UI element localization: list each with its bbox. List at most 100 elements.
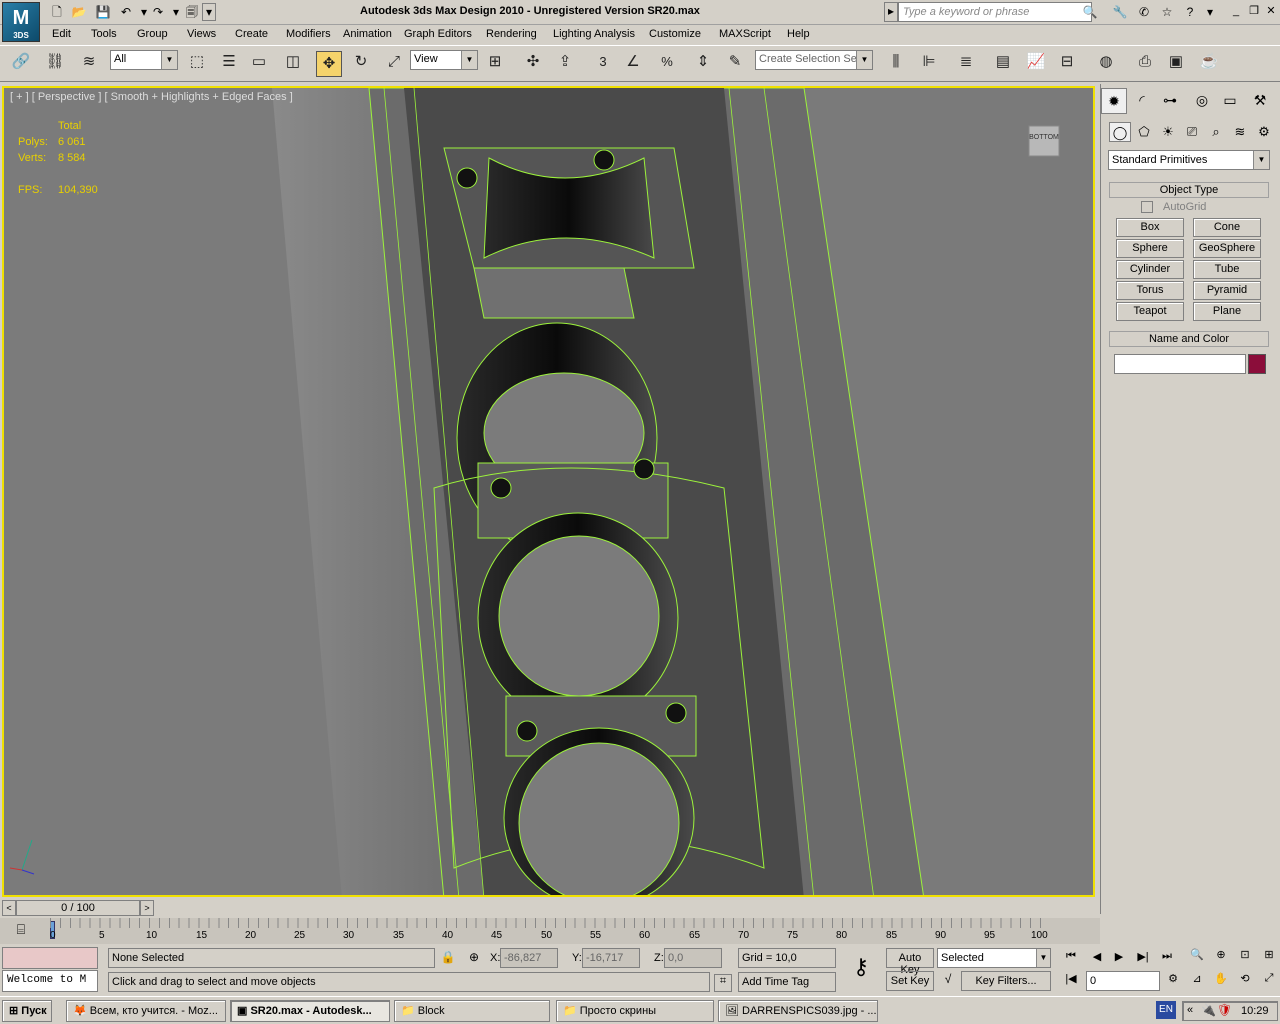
select-and-move-icon[interactable]: ✥ [316, 51, 342, 77]
restore-icon[interactable]: ❐ [1246, 4, 1262, 20]
open-file-icon[interactable]: 📂 [69, 3, 89, 21]
taskbar-image-viewer[interactable]: 🖼 DARRENSPICS039.jpg - ... [718, 1000, 878, 1022]
unlink-icon[interactable]: ⛓ [42, 50, 68, 76]
tray-chevron-icon[interactable]: « [1187, 1004, 1193, 1016]
curve-editor-icon[interactable]: 📈 [1023, 50, 1049, 76]
tray-network-icon[interactable]: 🔌 [1201, 1003, 1216, 1017]
time-configuration-icon[interactable]: ⚙ [1164, 972, 1182, 988]
close-icon[interactable]: ✕ [1263, 4, 1279, 20]
taskbar-firefox[interactable]: 🦊 Всем, кто учится. - Moz... [66, 1000, 226, 1022]
percent-snap-icon[interactable]: % [654, 50, 680, 76]
teapot-button[interactable]: Teapot [1116, 302, 1184, 321]
cone-button[interactable]: Cone [1193, 218, 1261, 237]
current-frame-field[interactable]: 0 [1086, 971, 1160, 991]
menu-customize[interactable]: Customize [649, 28, 701, 40]
language-indicator[interactable]: EN [1156, 1001, 1176, 1019]
tube-button[interactable]: Tube [1193, 260, 1261, 279]
taskbar-screens-folder[interactable]: 📁 Просто скрины [556, 1000, 714, 1022]
quick-access-dropdown-icon[interactable]: ▾ [202, 3, 216, 21]
redo-icon[interactable]: ↷ [148, 3, 168, 21]
select-by-name-icon[interactable]: ☰ [216, 50, 242, 76]
menu-rendering[interactable]: Rendering [486, 28, 537, 40]
search-arrow-icon[interactable]: ▸ [884, 2, 898, 22]
menu-animation[interactable]: Animation [343, 28, 392, 40]
box-button[interactable]: Box [1116, 218, 1184, 237]
go-to-end-icon[interactable]: ⏭ [1158, 950, 1176, 966]
zoom-all-icon[interactable]: ⊕ [1212, 948, 1230, 966]
object-type-rollout[interactable]: Object Type [1109, 182, 1269, 198]
pivot-center-icon[interactable]: ⊞ [482, 50, 508, 76]
minimize-icon[interactable]: _ [1228, 4, 1244, 20]
previous-frame-icon[interactable]: ◀ [1088, 950, 1106, 966]
search-binoculars-icon[interactable]: 🔍 [1080, 3, 1100, 21]
sphere-button[interactable]: Sphere [1116, 239, 1184, 258]
go-to-start-icon[interactable]: ⏮ [1062, 950, 1080, 966]
menu-graph-editors[interactable]: Graph Editors [404, 28, 472, 40]
modify-tab-icon[interactable]: ◜ [1129, 88, 1155, 114]
utilities-tab-icon[interactable]: ⚒ [1247, 88, 1273, 114]
spacewarps-category-icon[interactable]: ≋ [1229, 122, 1251, 142]
help-icon[interactable]: ? [1180, 3, 1200, 21]
name-color-rollout[interactable]: Name and Color [1109, 331, 1269, 347]
new-file-icon[interactable]: 🗋 [47, 3, 67, 21]
edit-named-selection-icon[interactable]: ✎ [722, 50, 748, 76]
shapes-category-icon[interactable]: ⬠ [1133, 122, 1155, 142]
time-slider-thumb[interactable]: 0 / 100 [16, 900, 140, 916]
key-mode-dropdown[interactable]: Selected ▼ [937, 948, 1051, 968]
save-file-icon[interactable]: 💾 [93, 3, 113, 21]
viewcube[interactable]: BOTTOM [1029, 134, 1059, 141]
align-icon[interactable]: ⊫ [916, 50, 942, 76]
menu-help[interactable]: Help [787, 28, 810, 40]
viewport-label[interactable]: [ + ] [ Perspective ] [ Smooth + Highlig… [10, 91, 293, 103]
menu-lighting-analysis[interactable]: Lighting Analysis [553, 28, 635, 40]
project-folder-icon[interactable]: 🗐 [182, 3, 202, 21]
perspective-viewport[interactable]: [ + ] [ Perspective ] [ Smooth + Highlig… [2, 86, 1095, 897]
orbit-icon[interactable]: ⟲ [1236, 972, 1254, 990]
select-manipulate-icon[interactable]: ✣ [520, 50, 546, 76]
search-input[interactable]: Type a keyword or phrase [898, 2, 1092, 22]
snaps-toggle-icon[interactable]: 3 [590, 50, 616, 76]
field-of-view-icon[interactable]: ⊿ [1188, 972, 1206, 990]
maxscript-mini-listener-top[interactable] [2, 947, 98, 969]
play-icon[interactable]: ▶ [1110, 950, 1128, 966]
zoom-extents-all-icon[interactable]: ⊞ [1260, 948, 1278, 966]
time-tag-icon[interactable]: ⌗ [714, 974, 732, 992]
bind-space-warp-icon[interactable]: ≋ [76, 50, 102, 76]
maximize-viewport-icon[interactable]: ⤢ [1260, 972, 1278, 990]
zoom-icon[interactable]: 🔍 [1188, 948, 1206, 966]
primitive-type-dropdown[interactable]: Standard Primitives ▼ [1108, 150, 1270, 170]
create-tab-icon[interactable]: ✹ [1101, 88, 1127, 114]
cylinder-button[interactable]: Cylinder [1116, 260, 1184, 279]
hierarchy-tab-icon[interactable]: ⊶ [1157, 88, 1183, 114]
set-key-button[interactable]: Set Key [886, 971, 934, 991]
lights-category-icon[interactable]: ☀ [1157, 122, 1179, 142]
absolute-mode-transform-icon[interactable]: ⊕ [466, 950, 482, 966]
key-filters-button[interactable]: Key Filters... [961, 971, 1051, 991]
menu-maxscript[interactable]: MAXScript [719, 28, 771, 40]
selection-lock-icon[interactable]: 🔒 [440, 950, 456, 966]
reference-coordinate-dropdown[interactable]: View ▼ [410, 50, 478, 70]
keyboard-shortcut-override-icon[interactable]: ⇪ [552, 50, 578, 76]
auto-key-button[interactable]: Auto Key [886, 948, 934, 976]
spinner-snap-icon[interactable]: ⇕ [690, 50, 716, 76]
menu-tools[interactable]: Tools [91, 28, 117, 40]
object-color-swatch[interactable] [1248, 354, 1266, 374]
rectangular-selection-icon[interactable]: ▭ [246, 50, 272, 76]
selection-filter-dropdown[interactable]: All ▼ [110, 50, 178, 70]
angle-snap-icon[interactable]: ∠ [620, 50, 646, 76]
next-frame-icon[interactable]: ▶| [1134, 950, 1152, 966]
time-slider-next-icon[interactable]: > [140, 900, 154, 916]
set-key-big-icon[interactable]: ⚷ [842, 954, 880, 984]
render-setup-icon[interactable]: ⎙ [1132, 50, 1158, 76]
add-time-tag-button[interactable]: Add Time Tag [738, 972, 836, 992]
default-tangent-icon[interactable]: √ [938, 972, 958, 992]
display-tab-icon[interactable]: ▭ [1217, 88, 1243, 114]
start-button[interactable]: ⊞ Пуск [2, 1000, 52, 1022]
y-coordinate-field[interactable]: -16,717 [582, 948, 640, 968]
x-coordinate-field[interactable]: -86,827 [500, 948, 558, 968]
autogrid-checkbox[interactable] [1141, 201, 1153, 213]
z-coordinate-field[interactable]: 0,0 [664, 948, 722, 968]
material-editor-icon[interactable]: ◍ [1093, 50, 1119, 76]
mini-curve-editor-icon[interactable]: ⌸ [8, 921, 34, 941]
cameras-category-icon[interactable]: ⎚ [1181, 122, 1203, 142]
